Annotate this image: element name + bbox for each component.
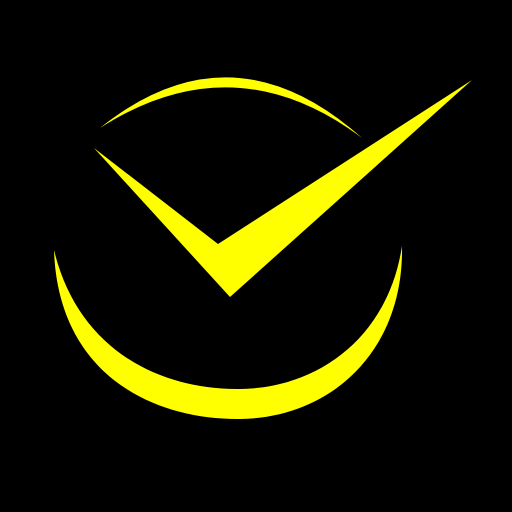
check-mark xyxy=(94,80,472,297)
check-circle-icon xyxy=(54,77,472,420)
logo-canvas xyxy=(0,0,512,512)
upper-arc xyxy=(100,77,362,138)
logo-mark xyxy=(54,77,472,420)
